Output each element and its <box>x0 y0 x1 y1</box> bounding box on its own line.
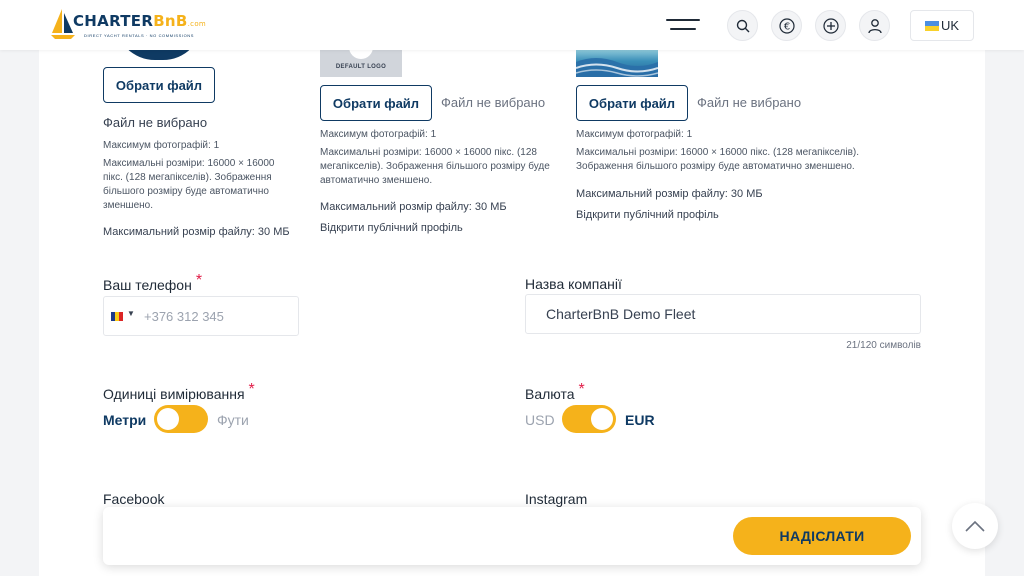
profile-photo-max-count: Максимум фотографій: 1 <box>103 140 220 151</box>
instagram-label: Instagram <box>525 491 588 507</box>
search-button[interactable] <box>727 10 758 41</box>
cover-status: Файл не вибрано <box>697 95 802 110</box>
chevron-down-icon[interactable]: ▼ <box>127 309 135 318</box>
user-icon <box>867 18 882 33</box>
facebook-label: Facebook <box>103 491 165 507</box>
cover-image-preview <box>576 48 658 77</box>
units-feet-option[interactable]: Фути <box>217 412 249 428</box>
chevron-up-icon <box>965 520 985 532</box>
currency-button[interactable]: € <box>771 10 802 41</box>
logo-wordmark: CHARTERBnB.com <box>73 12 207 30</box>
cover-max-dims: Максимальні розміри: 16000 × 16000 пікс.… <box>576 147 859 172</box>
phone-input[interactable]: ▼ +376 312 345 <box>103 296 299 336</box>
units-label: Одиниці вимірювання * <box>103 381 255 402</box>
required-asterisk: * <box>248 381 255 398</box>
phone-label: Ваш телефон * <box>103 272 203 293</box>
required-asterisk: * <box>578 381 585 398</box>
company-char-counter: 21/120 символів <box>846 340 921 351</box>
language-switcher[interactable]: UK <box>910 10 974 41</box>
language-code: UK <box>940 18 960 33</box>
menu-icon[interactable] <box>666 18 700 32</box>
search-icon <box>736 19 749 32</box>
ukraine-flag-icon <box>924 20 939 31</box>
account-button[interactable] <box>859 10 890 41</box>
profile-photo-max-size: Максимальний розмір файлу: 30 МБ <box>103 226 290 238</box>
profile-photo-max-dims: Максимальні розміри: 16000 × 16000 пікс.… <box>103 158 275 211</box>
open-public-profile-link[interactable]: Відкрити публічний профіль <box>320 222 463 234</box>
logo-status: Файл не вибрано <box>441 95 546 110</box>
charterbnb-logo[interactable]: CHARTERBnB.com DIRECT YACHT RENTALS · NO… <box>50 7 210 43</box>
units-metres-option[interactable]: Метри <box>103 412 146 428</box>
currency-toggle[interactable] <box>562 405 616 433</box>
logo-choose-button[interactable]: Обрати файл <box>320 85 432 121</box>
scroll-to-top-button[interactable] <box>952 503 998 549</box>
currency-label: Валюта * <box>525 381 585 402</box>
submit-button[interactable]: НАДІСЛАТИ <box>733 517 911 555</box>
andorra-flag-icon[interactable] <box>111 312 123 321</box>
required-asterisk: * <box>195 272 203 289</box>
currency-eur-option[interactable]: EUR <box>625 412 655 428</box>
cover-max-size: Максимальний розмір файлу: 30 МБ <box>576 188 763 200</box>
currency-usd-option[interactable]: USD <box>525 412 555 428</box>
logo-max-dims: Максимальні розміри: 16000 × 16000 пікс.… <box>320 147 550 186</box>
company-name-input[interactable]: CharterBnB Demo Fleet <box>525 294 921 334</box>
cover-open-public-profile-link[interactable]: Відкрити публічний профіль <box>576 209 719 221</box>
plus-icon <box>822 17 839 34</box>
phone-placeholder: +376 312 345 <box>144 309 224 324</box>
profile-photo-choose-button[interactable]: Обрати файл <box>103 67 215 103</box>
cover-choose-button[interactable]: Обрати файл <box>576 85 688 121</box>
company-label: Назва компанії <box>525 276 622 292</box>
logo-tagline: DIRECT YACHT RENTALS · NO COMMISSIONS <box>84 33 195 38</box>
add-listing-button[interactable] <box>815 10 846 41</box>
top-header: CHARTERBnB.com DIRECT YACHT RENTALS · NO… <box>0 0 1024 50</box>
sticky-submit-bar: НАДІСЛАТИ <box>103 507 921 565</box>
units-toggle[interactable] <box>154 405 208 433</box>
svg-text:€: € <box>783 21 789 32</box>
toggle-knob <box>157 408 179 430</box>
logo-max-size: Максимальний розмір файлу: 30 МБ <box>320 201 507 213</box>
logo-max-count: Максимум фотографій: 1 <box>320 129 437 140</box>
toggle-knob <box>591 408 613 430</box>
cover-max-count: Максимум фотографій: 1 <box>576 129 693 140</box>
profile-photo-status: Файл не вибрано <box>103 115 208 130</box>
euro-icon: € <box>778 17 795 34</box>
